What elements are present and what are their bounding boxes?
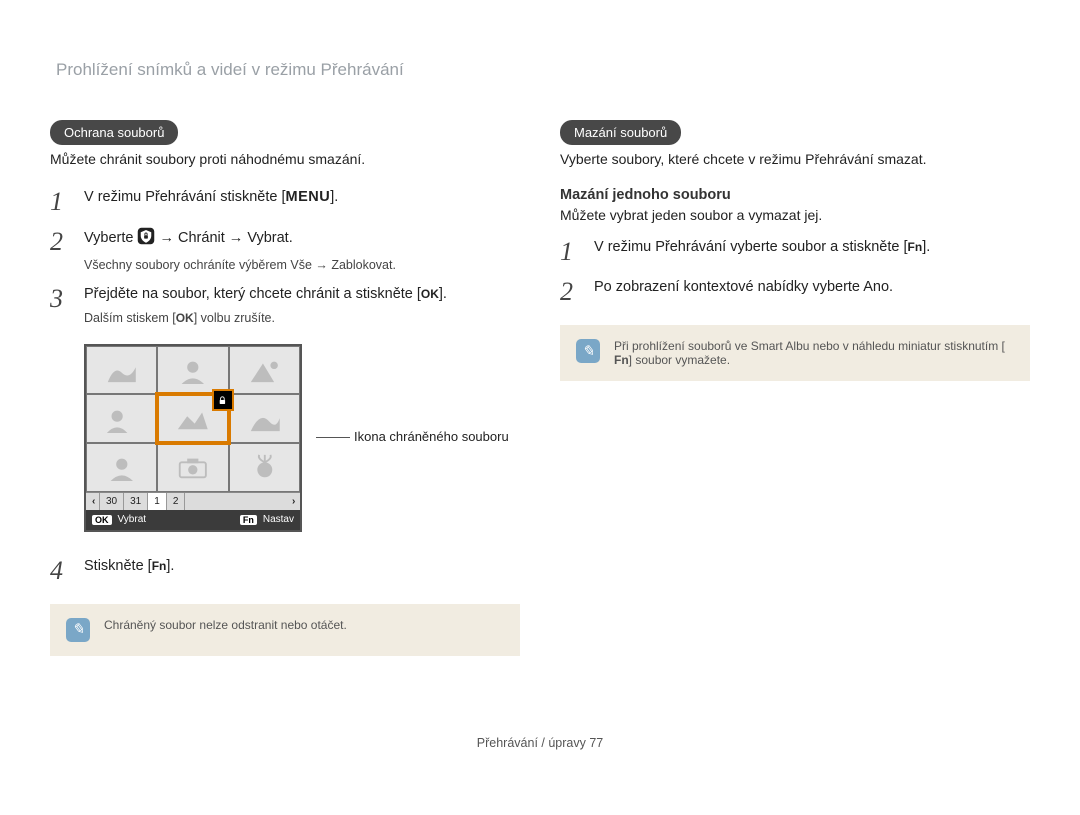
thumbnail xyxy=(86,394,157,443)
rstep1-text-b: ]. xyxy=(922,239,930,255)
step-3: 3 Přejděte na soubor, který chcete chrán… xyxy=(50,284,520,327)
step-4: 4 Stiskněte [Fn]. xyxy=(50,556,520,586)
note-text-a: Při prohlížení souborů ve Smart Albu neb… xyxy=(614,339,1005,353)
camera-action-bar: OK Vybrat Fn Nastav xyxy=(86,510,300,530)
ok-button-label: OK xyxy=(176,310,194,327)
step3-sub-b: ] volbu zrušíte. xyxy=(194,311,275,325)
page-title: Prohlížení snímků a videí v režimu Přehr… xyxy=(50,60,1030,80)
camera-screen: ‹ 30 31 1 2 › OK Vybrat Fn Nastav xyxy=(84,344,302,532)
step4-text-b: ]. xyxy=(166,558,174,574)
protect-lead: Můžete chránit soubory proti náhodnému s… xyxy=(50,151,520,167)
step-number: 2 xyxy=(560,277,594,307)
fn-key-icon: Fn xyxy=(240,515,257,525)
step3-text-b: ]. xyxy=(439,286,447,302)
thumbnail xyxy=(86,443,157,492)
section-pill-delete: Mazání souborů xyxy=(560,120,681,145)
chevron-right-icon: › xyxy=(286,493,300,510)
camera-illustration: ‹ 30 31 1 2 › OK Vybrat Fn Nastav xyxy=(84,344,520,532)
note-icon: ✎ xyxy=(66,618,90,642)
step4-text-a: Stiskněte [ xyxy=(84,558,152,574)
right-step-1: 1 V režimu Přehrávání vyberte soubor a s… xyxy=(560,237,1030,267)
right-column: Mazání souborů Vyberte soubory, které ch… xyxy=(560,120,1030,656)
note-icon: ✎ xyxy=(576,339,600,363)
footer-text: Přehrávání / úpravy xyxy=(477,736,590,750)
sub-heading-single-delete: Mazání jednoho souboru xyxy=(560,187,1030,203)
step2-text-a: Vyberte xyxy=(84,230,137,246)
fn-button-label: Fn xyxy=(908,239,923,256)
thumbnail xyxy=(229,443,300,492)
date-cell-active: 1 xyxy=(148,493,167,510)
thumbnail xyxy=(229,394,300,443)
date-cell-spacer xyxy=(185,493,286,510)
ok-button-label: OK xyxy=(421,286,439,303)
step-number: 1 xyxy=(50,187,84,217)
thumbnail xyxy=(86,346,157,395)
note-text: Chráněný soubor nelze odstranit nebo otá… xyxy=(104,618,347,632)
lock-badge-icon xyxy=(212,389,234,411)
rstep2-text: Po zobrazení kontextové nabídky vyberte … xyxy=(594,279,893,295)
footer-page-number: 77 xyxy=(589,736,603,750)
ok-key-icon: OK xyxy=(92,515,112,525)
fn-button-label: Fn xyxy=(152,558,167,575)
section-pill-protect: Ochrana souborů xyxy=(50,120,178,145)
step-number: 1 xyxy=(560,237,594,267)
bar-label-vybrat: Vybrat xyxy=(118,514,147,525)
caption-leader-line xyxy=(316,437,350,438)
step-number: 3 xyxy=(50,284,84,314)
step3-text-a: Přejděte na soubor, který chcete chránit… xyxy=(84,286,421,302)
rstep1-text-a: V režimu Přehrávání vyberte soubor a sti… xyxy=(594,239,908,255)
step-2: 2 Vyberte → Chránit → Vybrat. Všechny so… xyxy=(50,227,520,274)
note-text-b: ] soubor vymažete. xyxy=(629,353,730,367)
delete-lead: Vyberte soubory, které chcete v režimu P… xyxy=(560,151,1030,167)
fn-button-label: Fn xyxy=(614,353,629,367)
chevron-left-icon: ‹ xyxy=(86,493,100,510)
step2-text-b: → Chránit → Vybrat. xyxy=(155,230,292,246)
date-cell: 31 xyxy=(124,493,148,510)
note-box-delete: ✎ Při prohlížení souborů ve Smart Albu n… xyxy=(560,325,1030,381)
left-column: Ochrana souborů Můžete chránit soubory p… xyxy=(50,120,520,656)
step-number: 4 xyxy=(50,556,84,586)
bar-label-nastav: Nastav xyxy=(263,514,294,525)
thumbnail-selected xyxy=(157,394,228,443)
date-cell: 30 xyxy=(100,493,124,510)
caption-text: Ikona chráněného souboru xyxy=(354,429,509,444)
thumbnail xyxy=(229,346,300,395)
page-footer: Přehrávání / úpravy 77 xyxy=(50,736,1030,750)
thumbnail xyxy=(157,443,228,492)
menu-button-label: MENU xyxy=(285,189,330,205)
right-step-2: 2 Po zobrazení kontextové nabídky vybert… xyxy=(560,277,1030,307)
note-box-protect: ✎ Chráněný soubor nelze odstranit nebo o… xyxy=(50,604,520,656)
date-cell: 2 xyxy=(167,493,186,510)
step-number: 2 xyxy=(50,227,84,257)
note-text: Při prohlížení souborů ve Smart Albu neb… xyxy=(614,339,1014,367)
camera-caption: Ikona chráněného souboru xyxy=(316,429,509,446)
shield-icon xyxy=(137,227,155,252)
step1-text-a: V režimu Přehrávání stiskněte [ xyxy=(84,189,285,205)
step1-text-b: ]. xyxy=(330,189,338,205)
step2-sub: Všechny soubory ochráníte výběrem Vše → … xyxy=(84,256,520,274)
camera-date-strip: ‹ 30 31 1 2 › xyxy=(86,492,300,510)
step-1: 1 V režimu Přehrávání stiskněte [MENU]. xyxy=(50,187,520,217)
thumbnail xyxy=(157,346,228,395)
single-delete-lead: Můžete vybrat jeden soubor a vymazat jej… xyxy=(560,207,1030,223)
step3-sub-a: Dalším stiskem [ xyxy=(84,311,176,325)
